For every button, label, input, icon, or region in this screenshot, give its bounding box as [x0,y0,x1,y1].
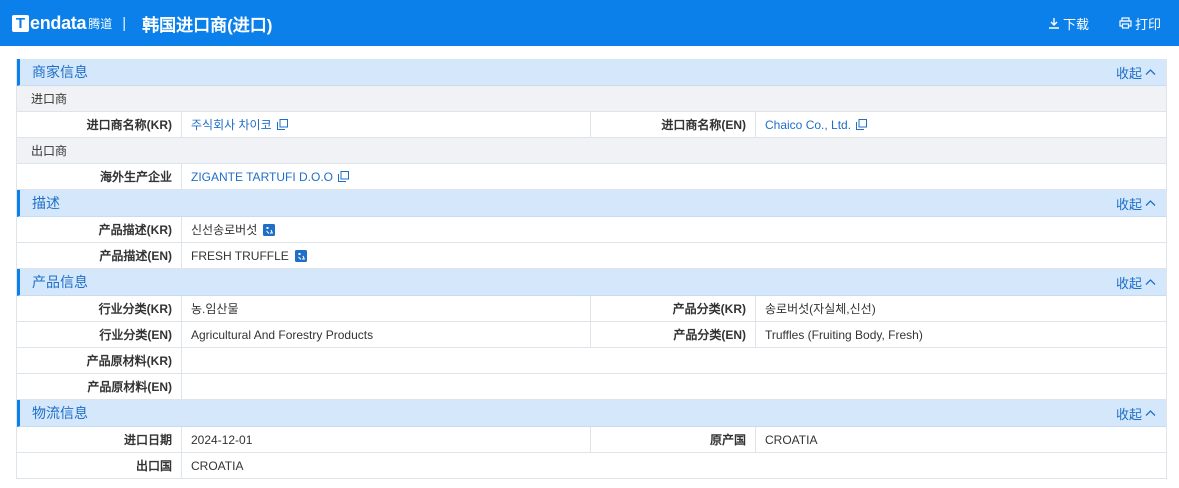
field-label: 行业分类(EN) [17,322,182,347]
print-button[interactable]: 打印 [1119,14,1161,33]
field-value: FRESH TRUFFLE [182,243,1166,268]
table-row: 产品描述(EN) FRESH TRUFFLE [17,243,1166,269]
overseas-producer-link[interactable]: ZIGANTE TARTUFI D.O.O [191,170,333,184]
page-title: 韩国进口商(进口) [142,15,273,35]
chevron-up-icon [1145,69,1156,75]
copy-icon[interactable] [276,119,288,130]
translate-icon[interactable] [294,249,307,262]
field-label: 行业分类(KR) [17,296,182,321]
logo-word: endata [30,12,87,33]
field-value: 송로버섯(자실체,신선) [765,302,876,316]
collapse-button[interactable]: 收起 [1116,194,1156,213]
table-row: 海外生产企业 ZIGANTE TARTUFI D.O.O [17,164,1166,190]
desc-kr-text: 신선송로버섯 [191,223,258,237]
table-row: 进口商名称(KR) 주식회사 차이코 进口商名称(EN) Chaico Co.,… [17,112,1166,138]
chevron-up-icon [1145,410,1156,416]
importer-en-link[interactable]: Chaico Co., Ltd. [765,118,851,132]
download-button[interactable]: 下载 [1048,14,1089,33]
print-label: 打印 [1134,16,1161,32]
collapse-button[interactable]: 收起 [1116,404,1156,423]
table-row: 行业分类(EN) Agricultural And Forestry Produ… [17,322,1166,348]
section-title: 物流信息 [32,405,88,421]
chevron-up-icon [1145,200,1156,206]
collapse-label: 收起 [1115,196,1142,212]
section-product-header: 产品信息 收起 [17,269,1166,296]
subhead-importer: 进口商 [17,86,1166,112]
field-value: 신선송로버섯 [182,217,1166,242]
field-value: Agricultural And Forestry Products [182,322,591,347]
collapse-button[interactable]: 收起 [1116,63,1156,82]
field-value: 2024-12-01 [182,427,591,452]
subhead-exporter: 出口商 [17,138,1166,164]
section-title: 描述 [32,195,60,211]
collapse-label: 收起 [1115,65,1142,81]
field-label: 产品原材料(KR) [17,348,182,373]
desc-en-text: FRESH TRUFFLE [191,248,289,263]
table-row: 出口国 CROATIA [17,453,1166,479]
download-icon [1048,17,1060,29]
copy-icon[interactable] [338,171,350,182]
importer-kr-link[interactable]: 주식회사 차이코 [191,116,272,133]
table-row: 产品描述(KR) 신선송로버섯 [17,217,1166,243]
collapse-label: 收起 [1115,406,1142,422]
field-value [182,348,1166,373]
section-merchant-header: 商家信息 收起 [17,59,1166,86]
field-value: CROATIA [191,458,244,473]
field-value: Truffles (Fruiting Body, Fresh) [765,327,923,342]
detail-content: 商家信息 收起 进口商 进口商名称(KR) 주식회사 차이코 进口商名称(EN)… [16,59,1167,479]
logo-cn: 腾道 [88,16,113,31]
top-bar: T endata 腾道 | 韩国进口商(进口) 下载 打印 [0,0,1179,46]
download-label: 下载 [1062,16,1089,32]
table-row: 行业分类(KR) 농.임산물 产品分类(KR) 송로버섯(자실체,신선) [17,296,1166,322]
field-value [182,374,1166,399]
header-separator: | [122,14,127,32]
field-label: 原产国 [591,427,756,452]
field-label: 产品描述(KR) [17,217,182,242]
field-label: 进口日期 [17,427,182,452]
chevron-up-icon [1145,279,1156,285]
field-value: Chaico Co., Ltd. [756,112,1166,137]
copy-icon[interactable] [856,119,868,130]
tendata-logo: T endata 腾道 [12,13,112,34]
table-row: 产品原材料(KR) [17,348,1166,374]
translate-icon[interactable] [263,223,276,236]
field-label: 进口商名称(EN) [591,112,756,137]
printer-icon [1119,17,1132,29]
field-label: 出口国 [17,453,182,478]
field-value: 주식회사 차이코 [182,112,591,137]
collapse-label: 收起 [1115,275,1142,291]
field-label: 产品分类(EN) [591,322,756,347]
field-value: CROATIA [765,432,818,447]
section-description-header: 描述 收起 [17,190,1166,217]
field-label: 产品描述(EN) [17,243,182,268]
section-title: 产品信息 [32,274,88,290]
logo-mark: T [12,14,29,32]
field-value: 농.임산물 [182,296,591,321]
field-label: 产品原材料(EN) [17,374,182,399]
field-label: 产品分类(KR) [591,296,756,321]
field-value: ZIGANTE TARTUFI D.O.O [182,164,1166,189]
section-title: 商家信息 [32,64,88,80]
collapse-button[interactable]: 收起 [1116,273,1156,292]
field-label: 海外生产企业 [17,164,182,189]
table-row: 产品原材料(EN) [17,374,1166,400]
field-label: 进口商名称(KR) [17,112,182,137]
section-logistics-header: 物流信息 收起 [17,400,1166,427]
table-row: 进口日期 2024-12-01 原产国 CROATIA [17,427,1166,453]
